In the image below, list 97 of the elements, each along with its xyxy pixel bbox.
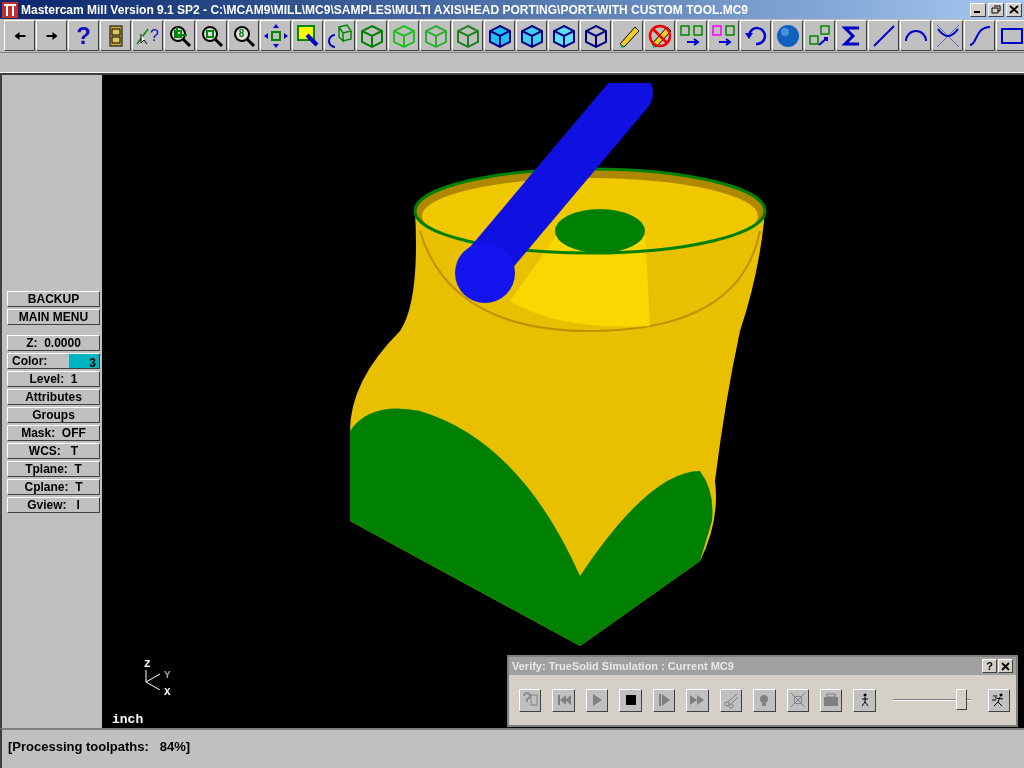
toolbar-button[interactable] (516, 20, 547, 51)
toolbar-button[interactable] (324, 20, 355, 51)
shaded-cube-icon (518, 22, 545, 49)
menu-button[interactable]: Gview: I (7, 496, 100, 513)
menu-button[interactable]: Tplane: T (7, 460, 100, 477)
close-icon[interactable] (1006, 2, 1022, 17)
fillet-icon (934, 22, 961, 49)
playback-button[interactable] (819, 688, 843, 712)
units-label: inch (112, 713, 144, 726)
toolbar-button[interactable] (548, 20, 579, 51)
translate-icon (710, 22, 737, 49)
toolbar-button[interactable] (804, 20, 835, 51)
back-arrow-icon (12, 30, 27, 41)
slider-thumb[interactable] (956, 689, 968, 710)
toolbar-button[interactable] (484, 20, 515, 51)
paint-brush-icon (294, 22, 321, 49)
axis-label: X (164, 687, 171, 698)
toolbar-button[interactable] (356, 20, 387, 51)
toolbar-button[interactable] (388, 20, 419, 51)
forward-arrow-icon (44, 30, 59, 41)
pan-icon (262, 22, 289, 49)
run-button[interactable] (987, 688, 1011, 712)
wireframe-cube-icon (358, 22, 385, 49)
menu-button[interactable]: BACKUP (7, 290, 100, 307)
toolbar-button[interactable] (580, 20, 611, 51)
playback-button[interactable] (753, 688, 776, 712)
toolbar-button[interactable] (196, 20, 227, 51)
toolbar-button[interactable] (964, 20, 995, 51)
wireframe-cube-icon (390, 22, 417, 49)
menu-button[interactable]: MAIN MENU (7, 308, 100, 325)
translate-icon (678, 22, 705, 49)
wireframe-cube-icon (422, 22, 449, 49)
menu-button[interactable]: Z: 0.0000 (7, 334, 100, 351)
collision-icon (788, 691, 807, 709)
toolbar-button[interactable] (100, 20, 131, 51)
playback-button[interactable] (853, 688, 876, 712)
toolbar-button[interactable] (164, 20, 195, 51)
close-button[interactable] (998, 659, 1013, 673)
minimize-icon[interactable] (970, 2, 986, 17)
playback-button[interactable] (686, 688, 709, 712)
options-icon (521, 691, 540, 709)
sphere-icon (774, 22, 801, 49)
toolbar-button[interactable]: ? (68, 20, 99, 51)
toolbar-button[interactable]: 8 (228, 20, 259, 51)
playback-button[interactable] (519, 688, 542, 712)
toolbar-button[interactable] (4, 20, 35, 51)
toolbar-button[interactable] (772, 20, 803, 51)
cubes-icon (806, 22, 833, 49)
toolbar-button[interactable] (452, 20, 483, 51)
shaded-cube-icon (550, 22, 577, 49)
toolbar-button[interactable] (292, 20, 323, 51)
axis-label: Y (164, 670, 171, 681)
menu-button[interactable]: Color: 3 (7, 352, 100, 369)
help-icon: ? (76, 23, 91, 48)
toolbar-button[interactable] (836, 20, 867, 51)
menu-button[interactable]: Attributes (7, 388, 100, 405)
toolbar-button[interactable] (420, 20, 451, 51)
toolbar-button[interactable] (612, 20, 643, 51)
toolbar-button[interactable] (708, 20, 739, 51)
toolbar-button[interactable] (996, 20, 1024, 51)
playback-button[interactable] (786, 688, 809, 712)
close-icon (1001, 661, 1010, 671)
no-pencil-icon (646, 22, 673, 49)
status-text: [Processing toolpaths: 84%] (8, 739, 191, 754)
menu-button[interactable]: Groups (7, 406, 100, 423)
speed-slider[interactable] (892, 689, 971, 711)
playback-button[interactable] (719, 688, 743, 712)
shaded-cube-icon (486, 22, 513, 49)
playback-button[interactable] (585, 688, 609, 712)
playback-button[interactable] (619, 688, 642, 712)
playback-button[interactable] (652, 688, 676, 712)
toolbar-button[interactable] (260, 20, 291, 51)
menu-button[interactable]: Mask: OFF (7, 424, 100, 441)
axis-label: Z (144, 659, 151, 670)
dialog-title: Verify: TrueSolid Simulation : Current MC9 (512, 658, 734, 674)
save-file-icon (822, 691, 841, 709)
arc-icon (904, 29, 927, 42)
wireframe-cube-icon (454, 22, 481, 49)
window-title: Mastercam Mill Version 9.1 SP2 - C:\MCAM9\MILL\MC9\SAMPLES\MULTI AXIS\HEAD PORTING\PORT-WITH CUSTOM TOOL.MC9 (21, 1, 748, 19)
menu-button[interactable]: Level: 1 (7, 370, 100, 387)
menu-button[interactable]: WCS: T (7, 442, 100, 459)
toolbar-button[interactable] (868, 20, 899, 51)
toolbar-button[interactable] (676, 20, 707, 51)
toolbar-button[interactable] (932, 20, 963, 51)
app-logo-icon (2, 1, 18, 18)
rotate-cube-icon (326, 22, 353, 49)
toolbar-button[interactable] (740, 20, 771, 51)
toolbar-button[interactable] (644, 20, 675, 51)
help-button[interactable]: ? (982, 659, 997, 673)
menu-button[interactable]: Cplane: T (7, 478, 100, 495)
toolbar-button[interactable] (36, 20, 67, 51)
scissors-icon (721, 691, 740, 709)
playback-button[interactable] (552, 688, 575, 712)
wireframe-cube-icon (582, 22, 609, 49)
color-swatch: 3 (69, 353, 99, 368)
restore-icon[interactable] (988, 2, 1004, 17)
toolbar-button[interactable] (900, 20, 931, 51)
